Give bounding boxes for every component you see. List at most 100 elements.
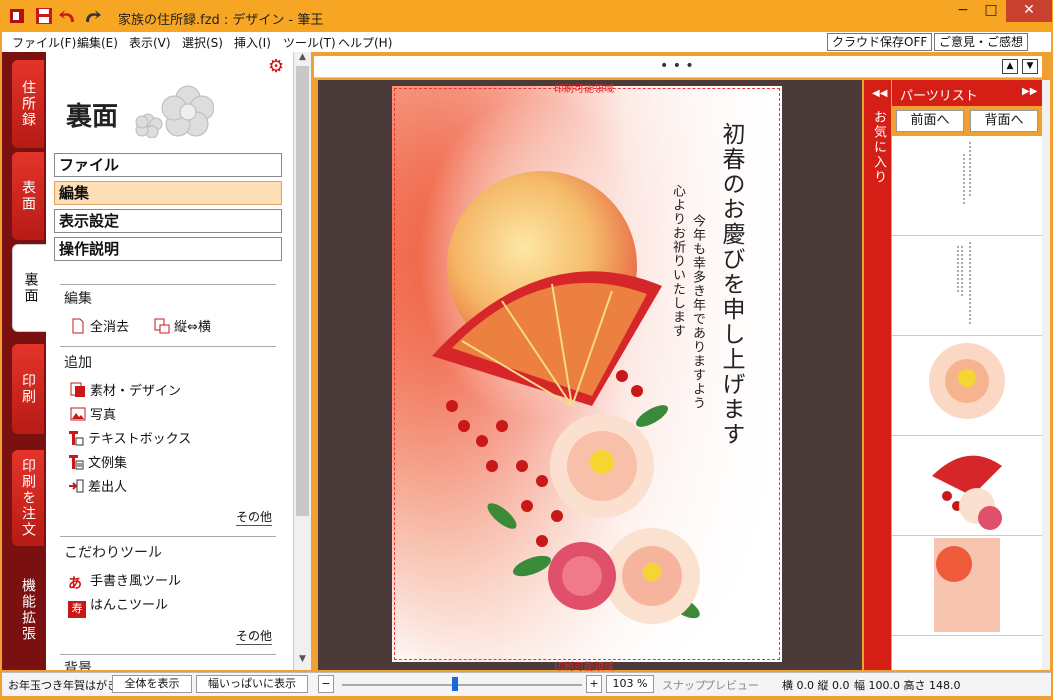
handwriting-tool-button[interactable]: あ手書き風ツール xyxy=(68,570,181,592)
undo-icon[interactable] xyxy=(58,7,78,25)
save-icon[interactable] xyxy=(34,7,54,25)
size-readout: 幅 100.0 高さ 148.0 xyxy=(854,679,961,692)
handwriting-icon: あ xyxy=(68,576,82,592)
tools-more-link[interactable]: その他 xyxy=(236,627,273,645)
bring-front-button[interactable]: 前面へ xyxy=(896,110,964,132)
tab-front[interactable]: 表面 xyxy=(12,152,44,240)
panel-menu-file[interactable]: ファイル xyxy=(54,153,282,177)
canvas-down-icon[interactable]: ▼ xyxy=(1022,59,1038,74)
menu-select[interactable]: 選択(S) xyxy=(182,34,223,51)
panel-menu-edit[interactable]: 編集 xyxy=(54,181,282,205)
panel-menu-display[interactable]: 表示設定 xyxy=(54,209,282,233)
part-thumb[interactable] xyxy=(892,336,1042,436)
feedback-button[interactable]: ご意見・ご感想 xyxy=(934,33,1029,51)
parts-list-header: パーツリスト ▶▶ xyxy=(892,80,1042,106)
add-more-link[interactable]: その他 xyxy=(236,508,273,526)
sample-text-icon xyxy=(69,455,84,470)
app-icon xyxy=(10,9,24,23)
print-area-border xyxy=(394,88,780,660)
send-back-button[interactable]: 背面へ xyxy=(970,110,1038,132)
section-edit-head: 編集 xyxy=(64,291,92,307)
material-icon xyxy=(70,382,85,397)
part-thumb[interactable] xyxy=(892,436,1042,536)
maximize-button[interactable]: □ xyxy=(976,0,1006,22)
canvas-toolbar: • • • ▲ ▼ xyxy=(314,56,1042,78)
scroll-up-icon[interactable]: ▲ xyxy=(294,52,311,66)
print-area-label-top: 印刷可能領域 xyxy=(554,84,614,95)
part-thumb[interactable] xyxy=(892,236,1042,336)
text-part-thumbnail xyxy=(957,242,971,326)
scroll-thumb[interactable] xyxy=(296,66,309,516)
tab-order-print[interactable]: 印刷を注文 xyxy=(12,450,44,546)
gear-icon[interactable]: ⚙ xyxy=(268,56,284,77)
close-button[interactable]: ✕ xyxy=(1006,0,1052,22)
zoom-level[interactable]: 103 % xyxy=(606,675,654,693)
tab-address-book[interactable]: 住所録 xyxy=(12,60,44,148)
expand-right-icon[interactable]: ▶▶ xyxy=(1022,86,1037,97)
photo-icon xyxy=(70,407,86,421)
back-panel: ⚙ 裏面 ファイル 編集 表示設定 操作説明 編集 全消去 縦⇔横 追加 素材・… xyxy=(46,52,294,670)
rotate-button[interactable]: 縦⇔横 xyxy=(154,316,211,335)
canvas-up-icon[interactable]: ▲ xyxy=(1002,59,1018,74)
drag-handle-icon[interactable]: • • • xyxy=(660,58,694,74)
menu-bar: ファイル(F) 編集(E) 表示(V) 選択(S) 挿入(I) ツール(T) ヘ… xyxy=(2,32,1051,52)
fit-all-button[interactable]: 全体を表示 xyxy=(112,675,192,693)
zoom-out-button[interactable]: − xyxy=(318,675,334,693)
fit-width-button[interactable]: 幅いっぱいに表示 xyxy=(196,675,308,693)
tab-extensions[interactable]: 機能拡張 xyxy=(12,562,44,658)
parts-list-title: パーツリスト xyxy=(900,89,978,104)
background-thumbnail xyxy=(934,538,1000,632)
textbox-icon xyxy=(69,431,84,446)
add-sender-button[interactable]: 差出人 xyxy=(68,476,127,495)
rotate-page-icon xyxy=(154,318,170,334)
cloud-save-button[interactable]: クラウド保存OFF xyxy=(827,33,933,51)
tab-back[interactable]: 裏面 xyxy=(12,244,48,332)
preview-toggle[interactable]: プレビュー xyxy=(704,677,759,693)
menu-insert[interactable]: 挿入(I) xyxy=(234,34,271,51)
position-readout: 横 0.0 縦 0.0 xyxy=(782,679,850,692)
tab-print[interactable]: 印刷 xyxy=(12,344,44,434)
fan-flowers-thumbnail xyxy=(932,455,1002,530)
menu-edit[interactable]: 編集(E) xyxy=(77,34,118,51)
zoom-in-button[interactable]: + xyxy=(586,675,602,693)
snap-toggle[interactable]: スナップ xyxy=(662,677,706,693)
hanko-icon: 寿 xyxy=(68,601,86,618)
menu-file[interactable]: ファイル(F) xyxy=(12,34,76,51)
part-thumb[interactable] xyxy=(892,536,1042,636)
clear-all-button[interactable]: 全消去 xyxy=(70,316,129,335)
part-thumb[interactable] xyxy=(892,136,1042,236)
parts-list xyxy=(892,136,1042,670)
hanko-tool-button[interactable]: 寿はんこツール xyxy=(68,594,168,618)
panel-scrollbar[interactable]: ▲ ▼ xyxy=(294,52,311,670)
add-material-button[interactable]: 素材・デザイン xyxy=(70,380,181,399)
parts-scrollbar[interactable] xyxy=(1042,80,1050,670)
section-add-head: 追加 xyxy=(64,355,92,371)
side-tabs: 住所録 表面 裏面 印刷 印刷を注文 機能拡張 xyxy=(2,52,48,670)
add-textbox-button[interactable]: テキストボックス xyxy=(68,428,191,447)
title-bar: 家族の住所録.fzd : デザイン - 筆王 − □ ✕ xyxy=(0,0,1053,32)
menu-help[interactable]: ヘルプ(H) xyxy=(338,34,392,51)
print-area-label-bottom: 印刷可能領域 xyxy=(554,662,614,673)
window-title: 家族の住所録.fzd : デザイン - 筆王 xyxy=(118,13,324,28)
favorites-label: お気に入り xyxy=(871,110,886,185)
divider xyxy=(60,284,276,285)
redo-icon[interactable] xyxy=(82,7,102,25)
peony-thumbnail xyxy=(929,343,1005,419)
zoom-slider[interactable] xyxy=(342,684,582,686)
panel-menu-help[interactable]: 操作説明 xyxy=(54,237,282,261)
section-background-head: 背景 xyxy=(64,661,92,670)
minimize-button[interactable]: − xyxy=(948,0,978,22)
text-part-thumbnail xyxy=(963,142,971,206)
divider xyxy=(60,536,276,537)
scroll-down-icon[interactable]: ▼ xyxy=(294,654,311,668)
favorites-tab[interactable]: ◀◀ お気に入り xyxy=(864,80,891,670)
add-sample-text-button[interactable]: 文例集 xyxy=(68,452,127,471)
menu-view[interactable]: 表示(V) xyxy=(129,34,171,51)
card-type-label: お年玉つき年賀はがき xyxy=(8,679,118,692)
menu-tools[interactable]: ツール(T) xyxy=(283,34,336,51)
panel-title: 裏面 xyxy=(66,102,119,132)
collapse-left-icon[interactable]: ◀◀ xyxy=(872,88,887,99)
add-photo-button[interactable]: 写真 xyxy=(70,404,116,423)
zoom-slider-thumb[interactable] xyxy=(452,677,458,691)
sender-icon xyxy=(69,479,84,493)
